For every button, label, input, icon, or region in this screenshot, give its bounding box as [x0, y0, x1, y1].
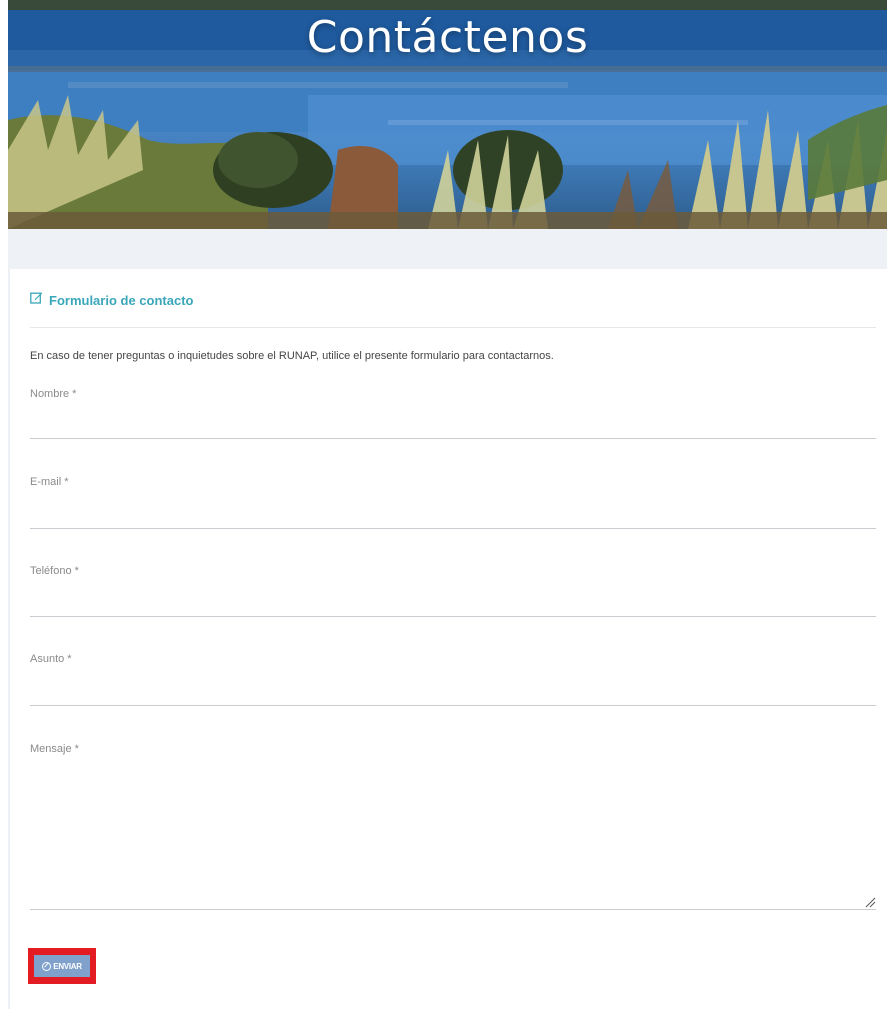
form-header: Formulario de contacto — [30, 291, 193, 309]
phone-label: Teléfono * — [30, 565, 79, 577]
message-field-group: Mensaje * — [30, 743, 876, 911]
submit-label: ENVIAR — [53, 961, 82, 971]
phone-input[interactable] — [30, 592, 876, 617]
contact-form-card: Formulario de contacto En caso de tener … — [8, 269, 887, 1009]
header-divider — [30, 327, 876, 328]
name-input[interactable] — [30, 414, 876, 439]
edit-icon — [30, 291, 43, 309]
phone-field-group: Teléfono * — [30, 565, 876, 617]
form-title: Formulario de contacto — [49, 292, 194, 308]
hero-banner: Contáctenos — [8, 0, 887, 229]
message-label: Mensaje * — [30, 743, 79, 755]
email-field-group: E-mail * — [30, 476, 876, 529]
section-divider-band — [8, 229, 887, 269]
email-input[interactable] — [30, 504, 876, 529]
form-intro-text: En caso de tener preguntas o inquietudes… — [30, 350, 554, 362]
submit-highlight: ENVIAR — [28, 948, 96, 984]
contact-page: Contáctenos Formulario de contacto En ca… — [0, 0, 887, 1009]
resize-handle-icon[interactable] — [864, 895, 876, 908]
subject-field-group: Asunto * — [30, 653, 876, 707]
submit-button[interactable]: ENVIAR — [34, 955, 90, 977]
ban-icon — [42, 961, 52, 971]
subject-label: Asunto * — [30, 653, 72, 665]
email-label: E-mail * — [30, 476, 69, 488]
message-textarea[interactable] — [30, 763, 876, 910]
name-label: Nombre * — [30, 388, 77, 400]
name-field-group: Nombre * — [30, 388, 876, 439]
subject-input[interactable] — [30, 681, 876, 706]
page-title: Contáctenos — [306, 12, 589, 63]
